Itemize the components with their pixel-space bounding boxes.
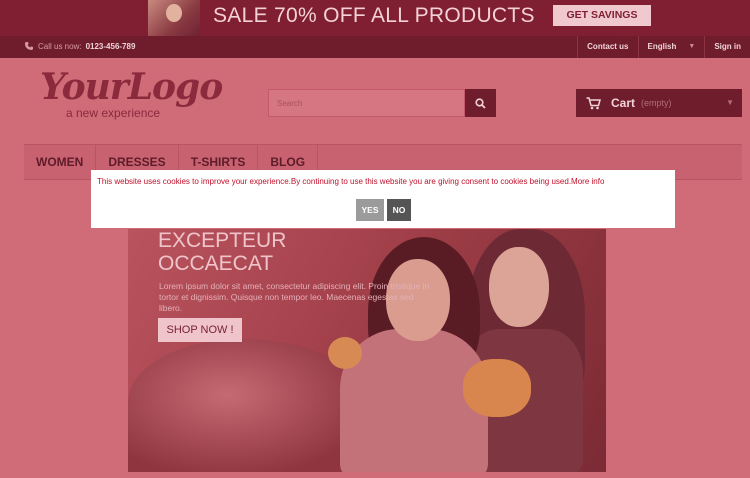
get-savings-button[interactable]: GET SAVINGS NOW bbox=[553, 5, 651, 36]
language-value: English bbox=[647, 42, 677, 51]
search-button[interactable] bbox=[465, 89, 496, 117]
slide-description: Lorem ipsum dolor sit amet, consectetur … bbox=[159, 281, 430, 313]
chevron-down-icon: ▼ bbox=[688, 43, 696, 50]
cart-label: Cart bbox=[611, 96, 636, 110]
contact-us-link[interactable]: Contact us bbox=[577, 36, 637, 58]
language-selector[interactable]: English ▼ bbox=[637, 36, 705, 58]
promo-banner: SALE 70% OFF ALL PRODUCTS GET SAVINGS NO… bbox=[0, 0, 750, 36]
slide-title-line: EXCEPTEUR bbox=[158, 229, 287, 252]
cart-button[interactable]: Cart (empty) ▼ bbox=[576, 89, 742, 117]
logo-tagline: a new experience bbox=[66, 106, 161, 120]
promo-text: SALE 70% OFF ALL PRODUCTS bbox=[213, 4, 535, 27]
slide-glove-image bbox=[463, 359, 531, 417]
logo-wordmark: YourLogo bbox=[40, 66, 223, 108]
decline-cookies-button[interactable]: NO bbox=[387, 199, 411, 221]
slide-title-line: OCCAECAT bbox=[158, 252, 274, 275]
top-links: Contact us English ▼ Sign in bbox=[577, 36, 750, 58]
cookie-consent-dialog: This website uses cookies to improve you… bbox=[91, 170, 675, 228]
top-bar: Call us now: 0123-456-789 Contact us Eng… bbox=[0, 36, 750, 58]
phone-label: Call us now: bbox=[38, 41, 82, 51]
cart-icon bbox=[586, 96, 601, 109]
search-icon bbox=[475, 97, 486, 109]
cookie-message: This website uses cookies to improve you… bbox=[97, 177, 604, 186]
promo-thumbnail-image bbox=[148, 0, 200, 36]
phone-number: 0123-456-789 bbox=[85, 41, 136, 51]
accept-cookies-button[interactable]: YES bbox=[356, 199, 384, 221]
shop-now-button[interactable]: SHOP NOW ! bbox=[158, 318, 242, 342]
sign-in-link[interactable]: Sign in bbox=[704, 36, 750, 58]
homepage-slider[interactable]: EXCEPTEUR OCCAECAT Lorem ipsum dolor sit… bbox=[128, 229, 606, 472]
phone-icon bbox=[25, 42, 33, 50]
search-input[interactable] bbox=[268, 89, 465, 117]
cookie-message-text: This website uses cookies to improve you… bbox=[97, 177, 572, 186]
phone-contact: Call us now: 0123-456-789 bbox=[24, 41, 135, 51]
nav-item-women[interactable]: WOMEN bbox=[24, 145, 97, 180]
slide-title: EXCEPTEUR OCCAECAT bbox=[158, 229, 286, 275]
slide-model-image bbox=[340, 237, 496, 472]
slide-glove-image bbox=[328, 337, 362, 369]
cart-status: (empty) bbox=[641, 98, 672, 108]
chevron-down-icon: ▼ bbox=[726, 98, 734, 107]
site-logo[interactable]: YourLogo a new experience bbox=[40, 66, 223, 120]
search-form bbox=[268, 89, 496, 117]
more-info-link[interactable]: More info bbox=[571, 177, 604, 186]
